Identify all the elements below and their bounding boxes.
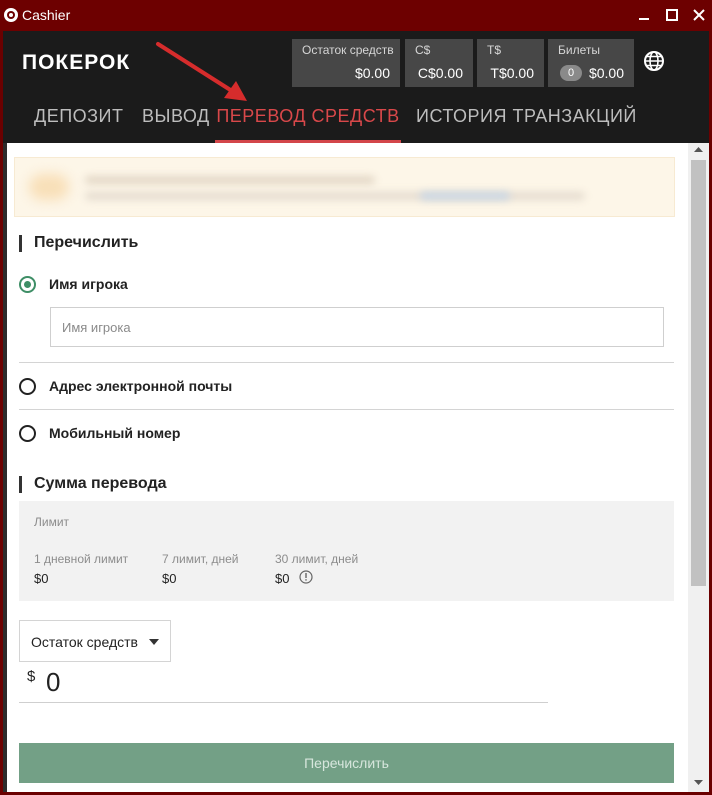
limit-label: 1 дневной лимит: [34, 552, 129, 566]
dropdown-selected-value: Остаток средств: [31, 634, 138, 650]
balance-box-cad: C$ C$0.00: [405, 39, 473, 87]
limit-label: 7 лимит, дней: [162, 552, 239, 566]
scrollbar[interactable]: [688, 143, 709, 792]
limit-value: $0: [34, 571, 49, 586]
scroll-up-arrow-icon[interactable]: [688, 143, 709, 157]
balance-label: Билеты: [558, 43, 600, 57]
radio-button[interactable]: [19, 425, 36, 442]
player-name-input[interactable]: [50, 307, 664, 347]
tab-deposit[interactable]: ДЕПОЗИТ: [34, 95, 123, 143]
tab-history[interactable]: ИСТОРИЯ ТРАНЗАКЦИЙ: [416, 95, 637, 143]
limit-value: $0: [275, 571, 290, 586]
balance-value: $0.00: [588, 65, 624, 81]
balance-label: C$: [415, 43, 431, 57]
balance-box-funds: Остаток средств $0.00: [292, 39, 400, 87]
limits-panel: Лимит 1 дневной лимит $0 7 лимит, дней $…: [19, 501, 674, 601]
header: ПОКЕРОК Остаток средств $0.00 C$ C$0.00 …: [3, 31, 709, 143]
caret-down-icon: [149, 639, 159, 645]
cashier-window: ПОКЕРОК Остаток средств $0.00 C$ C$0.00 …: [3, 31, 709, 792]
limit-label: 30 лимит, дней: [275, 552, 359, 566]
radio-label: Имя игрока: [49, 276, 128, 292]
logo: ПОКЕРОК: [22, 51, 131, 74]
info-icon[interactable]: [299, 570, 313, 584]
radio-label: Адрес электронной почты: [49, 378, 233, 394]
limit-daily: 1 дневной лимит $0: [34, 552, 128, 586]
radio-button[interactable]: [19, 378, 36, 395]
balance-value: $0.00: [354, 65, 390, 81]
divider: [19, 362, 674, 363]
balance-box-tournament-dollars: T$ T$0.00: [477, 39, 544, 87]
window-titlebar: Cashier: [0, 0, 712, 31]
close-button[interactable]: [688, 4, 710, 26]
tab-withdraw[interactable]: ВЫВОД: [142, 95, 210, 143]
balance-label: T$: [487, 43, 502, 57]
balance-value: T$0.00: [490, 65, 534, 81]
funds-source-dropdown[interactable]: Остаток средств: [19, 620, 171, 662]
transfer-submit-button[interactable]: Перечислить: [19, 743, 674, 783]
limit-weekly: 7 лимит, дней $0: [162, 552, 239, 586]
tab-transfer[interactable]: ПЕРЕВОД СРЕДСТВ: [215, 95, 401, 143]
amount-field: $: [19, 662, 548, 703]
maximize-button[interactable]: [661, 4, 683, 26]
balance-box-tickets: Билеты 0 $0.00: [548, 39, 634, 87]
section-title-amount: Сумма перевода: [19, 475, 167, 493]
divider: [19, 409, 674, 410]
scroll-down-arrow-icon[interactable]: [688, 775, 709, 789]
radio-label: Мобильный номер: [49, 425, 181, 441]
ticket-count-badge: 0: [560, 65, 582, 81]
notice-banner: [14, 157, 675, 217]
currency-symbol: $: [27, 668, 36, 685]
balance-value: C$0.00: [417, 65, 463, 81]
transfer-panel: Перечислить Имя игрока Адрес электронной…: [7, 143, 688, 792]
limit-monthly: 30 лимит, дней $0: [275, 552, 358, 586]
scrollbar-thumb[interactable]: [691, 160, 706, 586]
balance-label: Остаток средств: [302, 43, 394, 57]
globe-icon[interactable]: [643, 50, 665, 72]
cashier-tabs: ДЕПОЗИТ ВЫВОД ПЕРЕВОД СРЕДСТВ ИСТОРИЯ ТР…: [3, 95, 709, 143]
limit-value: $0: [162, 571, 177, 586]
section-title-recipient: Перечислить: [19, 234, 138, 252]
limits-title: Лимит: [34, 515, 70, 529]
minimize-button[interactable]: [633, 4, 655, 26]
amount-input[interactable]: [46, 667, 526, 697]
radio-button[interactable]: [19, 276, 36, 293]
app-icon: [4, 8, 18, 22]
window-title: Cashier: [22, 7, 71, 23]
